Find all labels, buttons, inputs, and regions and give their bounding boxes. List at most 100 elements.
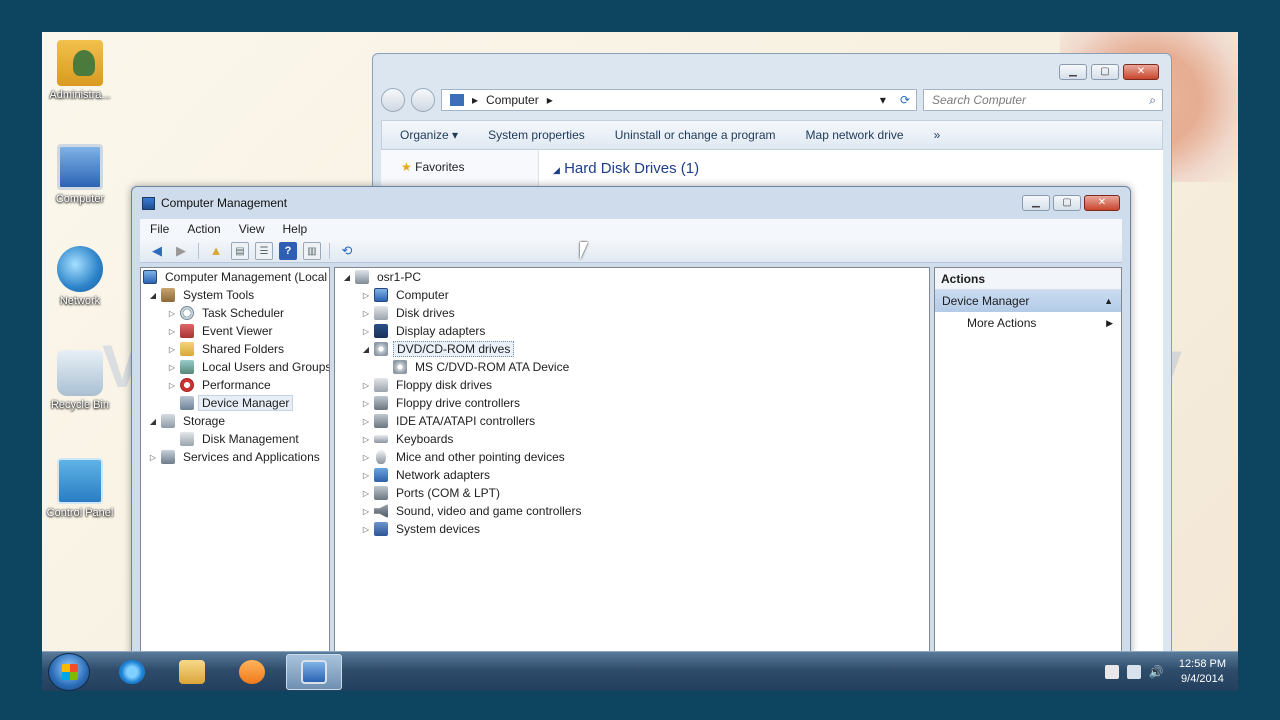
up-folder-icon[interactable]: ▲	[207, 242, 225, 260]
desktop-icon-network[interactable]: Network	[42, 246, 118, 307]
expand-arrow-icon[interactable]: ▷	[166, 309, 178, 318]
device-root[interactable]: ◢ osr1-PC	[335, 268, 929, 286]
menu-file[interactable]: File	[150, 222, 169, 236]
forward-button[interactable]	[411, 88, 435, 112]
device-category-dvd[interactable]: ◢ DVD/CD-ROM drives	[335, 340, 929, 358]
expand-arrow-icon[interactable]: ▷	[360, 309, 372, 318]
collapse-arrow-icon[interactable]: ◢	[360, 345, 372, 354]
device-category[interactable]: ▷ Network adapters	[335, 466, 929, 484]
desktop-icon-control-panel[interactable]: Control Panel	[42, 458, 118, 519]
expand-arrow-icon[interactable]: ▷	[166, 345, 178, 354]
menu-help[interactable]: Help	[283, 222, 308, 236]
search-input[interactable]: Search Computer ⌕	[923, 89, 1163, 111]
expand-arrow-icon[interactable]: ▷	[166, 381, 178, 390]
start-button[interactable]	[48, 653, 90, 691]
expand-arrow-icon[interactable]: ▷	[360, 435, 372, 444]
expand-arrow-icon[interactable]: ▷	[360, 291, 372, 300]
maximize-button[interactable]: ▢	[1091, 64, 1119, 80]
expand-arrow-icon[interactable]: ▷	[360, 489, 372, 498]
expand-arrow-icon[interactable]: ▷	[360, 381, 372, 390]
clock[interactable]: 12:58 PM 9/4/2014	[1179, 657, 1226, 687]
expand-arrow-icon[interactable]: ▷	[360, 507, 372, 516]
device-category[interactable]: ▷ Sound, video and game controllers	[335, 502, 929, 520]
organize-button[interactable]: Organize ▾	[400, 128, 458, 142]
breadcrumb-separator-icon: ▸	[546, 93, 553, 107]
tree-item-device-manager[interactable]: Device Manager	[141, 394, 329, 412]
section-header[interactable]: ◢ Hard Disk Drives (1)	[553, 160, 699, 177]
tree-item-local-users[interactable]: ▷ Local Users and Groups	[141, 358, 329, 376]
collapse-arrow-icon[interactable]: ◢	[341, 273, 353, 282]
device-category[interactable]: ▷ Floppy drive controllers	[335, 394, 929, 412]
desktop-icon-administrator[interactable]: Administra...	[42, 40, 118, 101]
close-button[interactable]: ✕	[1123, 64, 1159, 80]
tree-item-root[interactable]: Computer Management (Local	[141, 268, 329, 286]
show-action-pane-icon[interactable]: ▥	[303, 241, 321, 260]
expand-arrow-icon[interactable]: ▷	[360, 327, 372, 336]
scan-hardware-icon[interactable]: ⟲	[338, 242, 356, 260]
collapse-up-icon[interactable]: ▲	[1104, 290, 1113, 312]
minimize-button[interactable]: ▁	[1059, 64, 1087, 80]
expand-arrow-icon[interactable]: ▷	[360, 525, 372, 534]
menu-view[interactable]: View	[239, 222, 265, 236]
device-category[interactable]: ▷ Computer	[335, 286, 929, 304]
network-tray-icon[interactable]	[1126, 665, 1141, 679]
device-category[interactable]: ▷ Display adapters	[335, 322, 929, 340]
device-category[interactable]: ▷ IDE ATA/ATAPI controllers	[335, 412, 929, 430]
help-icon[interactable]: ?	[279, 241, 297, 260]
properties-icon[interactable]: ☰	[255, 241, 273, 260]
map-network-drive-button[interactable]: Map network drive	[806, 128, 904, 142]
tree-item-storage[interactable]: ◢ Storage	[141, 412, 329, 430]
device-category[interactable]: ▷ System devices	[335, 520, 929, 538]
taskbar-internet-explorer[interactable]	[104, 654, 160, 690]
device-category[interactable]: ▷ Ports (COM & LPT)	[335, 484, 929, 502]
tree-item-disk-management[interactable]: Disk Management	[141, 430, 329, 448]
back-button[interactable]	[381, 88, 405, 112]
expand-arrow-icon[interactable]: ▷	[360, 453, 372, 462]
maximize-button[interactable]: ▢	[1053, 195, 1081, 211]
device-category[interactable]: ▷ Disk drives	[335, 304, 929, 322]
menu-action[interactable]: Action	[187, 222, 220, 236]
minimize-button[interactable]: ▁	[1022, 195, 1050, 211]
expand-arrow-icon[interactable]: ▷	[360, 417, 372, 426]
device-category[interactable]: ▷ Keyboards	[335, 430, 929, 448]
device-category[interactable]: ▷ Mice and other pointing devices	[335, 448, 929, 466]
device-category[interactable]: ▷ Floppy disk drives	[335, 376, 929, 394]
show-hide-tree-icon[interactable]: ▤	[231, 241, 249, 260]
collapse-arrow-icon[interactable]: ◢	[147, 417, 159, 426]
device-item[interactable]: MS C/DVD-ROM ATA Device	[335, 358, 929, 376]
computer-management-window[interactable]: Computer Management ▁ ▢ ✕ File Action Vi…	[131, 186, 1131, 691]
address-bar[interactable]: ▸ Computer ▸ ▾ ⟳	[441, 89, 917, 111]
action-center-flag-icon[interactable]	[1104, 665, 1119, 679]
taskbar-media-player[interactable]	[224, 654, 280, 690]
tree-item-shared-folders[interactable]: ▷ Shared Folders	[141, 340, 329, 358]
expand-arrow-icon[interactable]: ▷	[147, 453, 159, 462]
uninstall-program-button[interactable]: Uninstall or change a program	[615, 128, 776, 142]
tree-item-services[interactable]: ▷ Services and Applications	[141, 448, 329, 466]
tree-item-task-scheduler[interactable]: ▷ Task Scheduler	[141, 304, 329, 322]
close-button[interactable]: ✕	[1084, 195, 1120, 211]
nav-favorites[interactable]: Favorites	[415, 160, 464, 174]
refresh-icon[interactable]: ⟳	[900, 93, 910, 107]
expand-arrow-icon[interactable]: ▷	[166, 327, 178, 336]
tree-item-performance[interactable]: ▷ Performance	[141, 376, 329, 394]
expand-arrow-icon[interactable]: ▷	[360, 399, 372, 408]
taskbar-computer-management[interactable]	[286, 654, 342, 690]
more-actions-item[interactable]: More Actions ▶	[935, 312, 1121, 334]
desktop-icon-recycle-bin[interactable]: Recycle Bin	[42, 350, 118, 411]
desktop-icon-computer[interactable]: Computer	[42, 144, 118, 205]
forward-arrow-icon[interactable]: ▶	[172, 242, 190, 260]
tree-item-event-viewer[interactable]: ▷ Event Viewer	[141, 322, 329, 340]
taskbar-windows-explorer[interactable]	[164, 654, 220, 690]
more-commands-button[interactable]: »	[934, 128, 941, 142]
back-arrow-icon[interactable]: ◀	[148, 242, 166, 260]
breadcrumb[interactable]: Computer	[486, 93, 539, 107]
volume-icon[interactable]: 🔊	[1149, 665, 1164, 679]
expand-arrow-icon[interactable]: ▷	[166, 363, 178, 372]
collapse-arrow-icon[interactable]: ◢	[147, 291, 159, 300]
event-viewer-icon	[180, 324, 194, 338]
expand-arrow-icon[interactable]: ▷	[360, 471, 372, 480]
dropdown-arrow-icon[interactable]: ▾	[880, 93, 886, 107]
tree-item-system-tools[interactable]: ◢ System Tools	[141, 286, 329, 304]
actions-section-device-manager[interactable]: Device Manager ▲	[935, 290, 1121, 312]
system-properties-button[interactable]: System properties	[488, 128, 585, 142]
